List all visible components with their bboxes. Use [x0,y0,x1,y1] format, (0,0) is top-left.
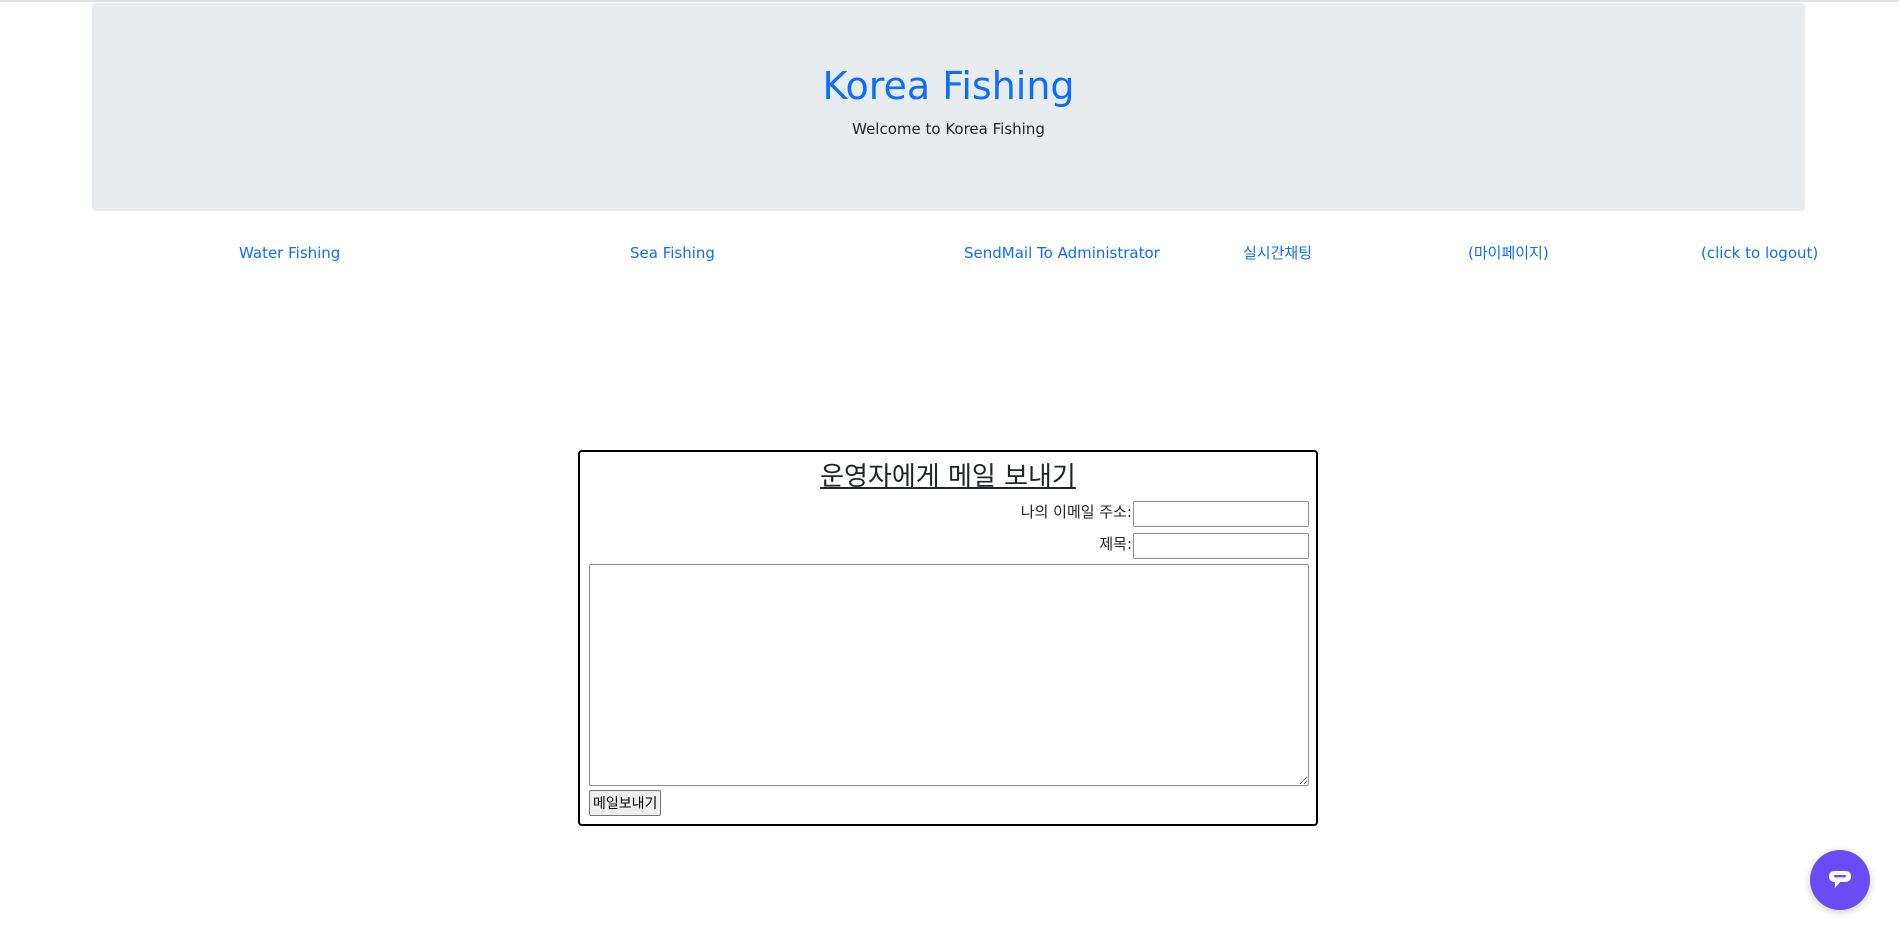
subject-label: 제목: [1099,535,1132,553]
send-mail-button[interactable]: 메일보내기 [589,790,662,816]
mail-form-heading: 운영자에게 메일 보내기 [820,462,1076,492]
email-label: 나의 이메일 주소: [1020,503,1132,521]
email-field[interactable] [1133,501,1309,527]
nav-link-logout[interactable]: (click to logout) [1701,242,1818,264]
chat-bubble-icon [1829,871,1851,888]
nav-link-live-chat[interactable]: 실시간채팅 [1243,242,1312,264]
send-mail-form: 운영자에게 메일 보내기 나의 이메일 주소: 제목: 메일보내기 [578,450,1318,826]
nav-link-water-fishing[interactable]: Water Fishing [239,242,340,264]
nav-link-sendmail[interactable]: SendMail To Administrator [964,242,1160,264]
site-subtitle: Welcome to Korea Fishing [852,120,1045,138]
subject-field[interactable] [1133,533,1309,559]
chat-widget-button[interactable] [1810,850,1870,910]
top-divider [0,0,1899,2]
site-header: Korea Fishing Welcome to Korea Fishing [92,3,1805,211]
nav-link-sea-fishing[interactable]: Sea Fishing [630,242,715,264]
site-title: Korea Fishing [822,64,1075,108]
mail-body-textarea[interactable] [589,564,1309,786]
nav-link-mypage[interactable]: (마이페이지) [1468,242,1549,264]
